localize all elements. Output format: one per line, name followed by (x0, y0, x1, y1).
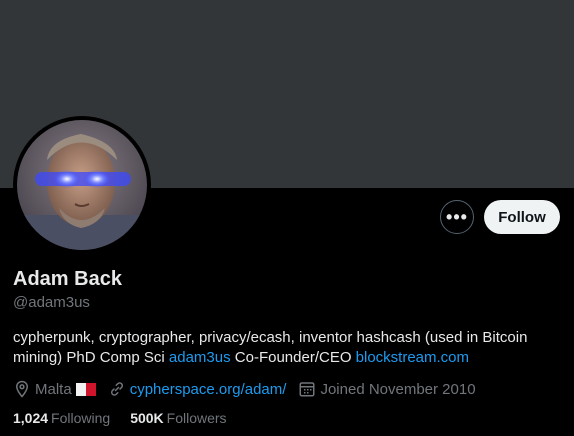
followers-count: 500K (130, 410, 164, 426)
more-options-button[interactable]: ••• (440, 200, 474, 234)
profile-handle: @adam3us (13, 294, 90, 311)
followers-stat[interactable]: 500K Followers (130, 410, 226, 426)
joined-text: Joined November 2010 (320, 380, 476, 398)
following-count: 1,024 (13, 410, 49, 426)
calendar-icon (299, 382, 315, 397)
follow-button[interactable]: Follow (484, 200, 560, 234)
following-label: Following (51, 410, 111, 426)
following-stat[interactable]: 1,024 Following (13, 410, 110, 426)
more-icon: ••• (446, 206, 468, 227)
location-text: Malta (35, 380, 72, 398)
joined-item: Joined November 2010 (298, 380, 476, 398)
profile-bio: cypherpunk, cryptographer, privacy/ecash… (13, 328, 565, 368)
bio-link-blockstream[interactable]: blockstream.com (356, 349, 469, 366)
location-icon (15, 380, 29, 398)
profile-meta: Malta cypherspace.org/adam/ Joined Novem… (13, 378, 488, 400)
bio-text-2: Co-Founder/CEO (230, 349, 356, 366)
avatar-frame (13, 116, 151, 254)
location-item: Malta (13, 380, 96, 398)
followers-label: Followers (166, 410, 227, 426)
website-item: cypherspace.org/adam/ (108, 380, 287, 398)
website-link[interactable]: cypherspace.org/adam/ (130, 381, 287, 398)
bio-link-adam3us[interactable]: adam3us (169, 349, 231, 366)
link-icon (110, 382, 123, 396)
profile-name: Adam Back (13, 268, 122, 290)
malta-flag-icon (75, 382, 96, 396)
avatar[interactable] (17, 120, 147, 250)
profile-stats: 1,024 Following 500K Followers (13, 410, 247, 426)
